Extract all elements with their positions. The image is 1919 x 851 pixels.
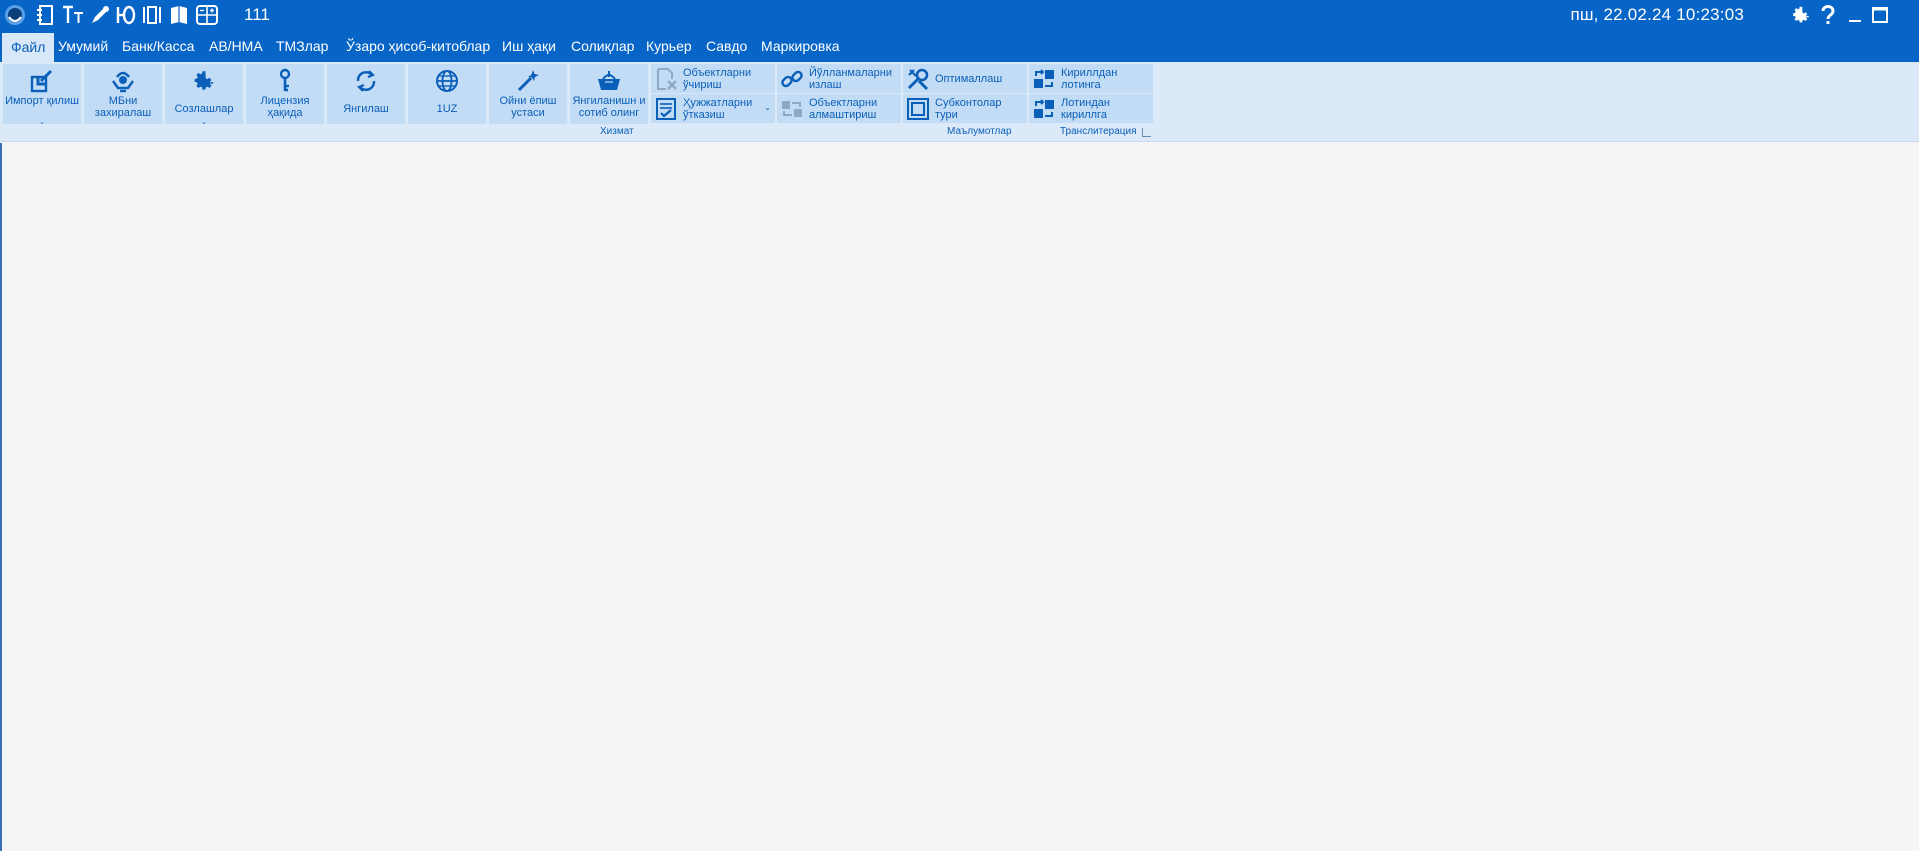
group-label-service: Хизмат [600,126,634,137]
optimize-button[interactable]: Оптималлаш [903,64,1027,93]
columns-icon[interactable] [140,3,164,27]
subconto-types-label: Субконтолар тури [935,97,1002,121]
latin-to-cyrillic-button[interactable]: Лотиндан кириллга [1029,94,1153,123]
document-number: 111 [244,5,270,24]
gear-icon [165,68,243,94]
1uz-label: 1UZ [436,103,458,115]
settings-button[interactable]: Созлашлар ⌄ [165,64,244,126]
date-time: пш, 22.02.24 10:23:03 [1570,5,1744,24]
chevron-down-icon: ⌄ [39,119,45,126]
currency-icon[interactable] [114,3,138,27]
update-button[interactable]: Янгилаш [327,64,406,124]
delete-objects-button[interactable]: Объектларни ўчириш [651,64,775,93]
1uz-button[interactable]: 1UZ [408,64,487,124]
link-icon [780,67,804,91]
menu-payroll[interactable]: Иш ҳақи [502,30,556,62]
post-documents-button[interactable]: Ҳужжатларни ўтказиш ⌄ [651,94,775,123]
group-launcher-icon[interactable] [1142,128,1151,137]
menu-general[interactable]: Умумий [58,30,108,62]
delete-document-icon [654,67,678,91]
menu-courier[interactable]: Курьер [646,30,692,62]
update-label: Янгилаш [343,103,389,115]
title-bar: 111 пш, 22.02.24 10:23:03 [0,0,1919,30]
replace-objects-button[interactable]: Объектларни алмаштириш [777,94,901,123]
menu-inventory[interactable]: ТМЗлар [276,30,328,62]
book-icon[interactable] [167,3,191,27]
search-postings-button[interactable]: Йўлланмаларни излаш [777,64,901,93]
group-label-data: Маълумотлар [947,126,1012,137]
license-button[interactable]: Лицензия ҳақида [246,64,325,124]
settings-icon[interactable] [1788,2,1814,28]
key-icon [246,68,324,94]
menu-fixed-assets[interactable]: АВ/НМА [209,30,263,62]
search-postings-label: Йўлланмаларни излаш [809,67,892,91]
close-period-wizard-button[interactable]: Ойни ёпиш устаси [489,64,568,124]
app-logo-icon[interactable] [2,3,28,27]
subconto-types-button[interactable]: Субконтолар тури [903,94,1027,123]
latin-to-cyrillic-label: Лотиндан кириллга [1061,97,1110,121]
text-size-icon[interactable] [60,3,86,27]
cyrillic-to-latin-label: Кириллдан лотинга [1061,67,1118,91]
menu-bar: Файл Умумий Банк/Касса АВ/НМА ТМЗлар Ўза… [0,30,1919,62]
swap-icon [780,97,804,121]
help-icon[interactable] [1815,2,1841,28]
workspace [0,143,1919,851]
convert-icon [1032,67,1056,91]
checklist-icon [654,97,678,121]
buy-updates-button[interactable]: Янгиланишн и сотиб олинг [570,64,649,124]
notebook-icon[interactable] [33,3,57,27]
import-button[interactable]: Импорт қилиш ⌄ [3,64,82,126]
convert-icon [1032,97,1056,121]
pen-icon[interactable] [88,3,112,27]
delete-objects-label: Объектларни ўчириш [683,67,752,91]
replace-objects-label: Объектларни алмаштириш [809,97,878,121]
menu-bank-cash[interactable]: Банк/Касса [122,30,194,62]
chevron-down-icon: ⌄ [201,119,207,126]
globe-icon [408,68,486,94]
backup-button[interactable]: МБни захиралаш [84,64,163,124]
calculator-icon[interactable] [194,3,220,27]
buy-updates-label: Янгиланишн и сотиб олинг [572,95,646,119]
import-icon [3,68,81,94]
magic-wand-icon [489,68,567,94]
frame-icon [906,97,930,121]
ribbon: Импорт қилиш ⌄ МБни захиралаш Созлашлар … [0,62,1919,142]
maximize-icon[interactable] [1867,2,1893,28]
license-label: Лицензия ҳақида [260,95,310,119]
menu-taxes[interactable]: Солиқлар [571,30,634,62]
group-label-transliteration: Транслитерация [1060,126,1137,137]
menu-settlements[interactable]: Ўзаро ҳисоб-китоблар [346,30,490,62]
post-documents-label: Ҳужжатларни ўтказиш [683,97,753,121]
backup-icon [84,68,162,94]
workspace-border [0,143,2,851]
refresh-icon [327,68,405,94]
menu-trade[interactable]: Савдо [706,30,747,62]
close-period-wizard-label: Ойни ёпиш устаси [499,95,557,119]
tools-icon [906,67,930,91]
menu-file[interactable]: Файл [2,33,55,62]
menu-marking[interactable]: Маркировка [761,30,840,62]
chevron-down-icon[interactable]: ⌄ [764,103,771,112]
basket-icon [570,68,648,94]
minimize-icon[interactable] [1842,2,1868,28]
optimize-label: Оптималлаш [935,73,1003,85]
cyrillic-to-latin-button[interactable]: Кириллдан лотинга [1029,64,1153,93]
backup-label: МБни захиралаш [94,95,152,119]
